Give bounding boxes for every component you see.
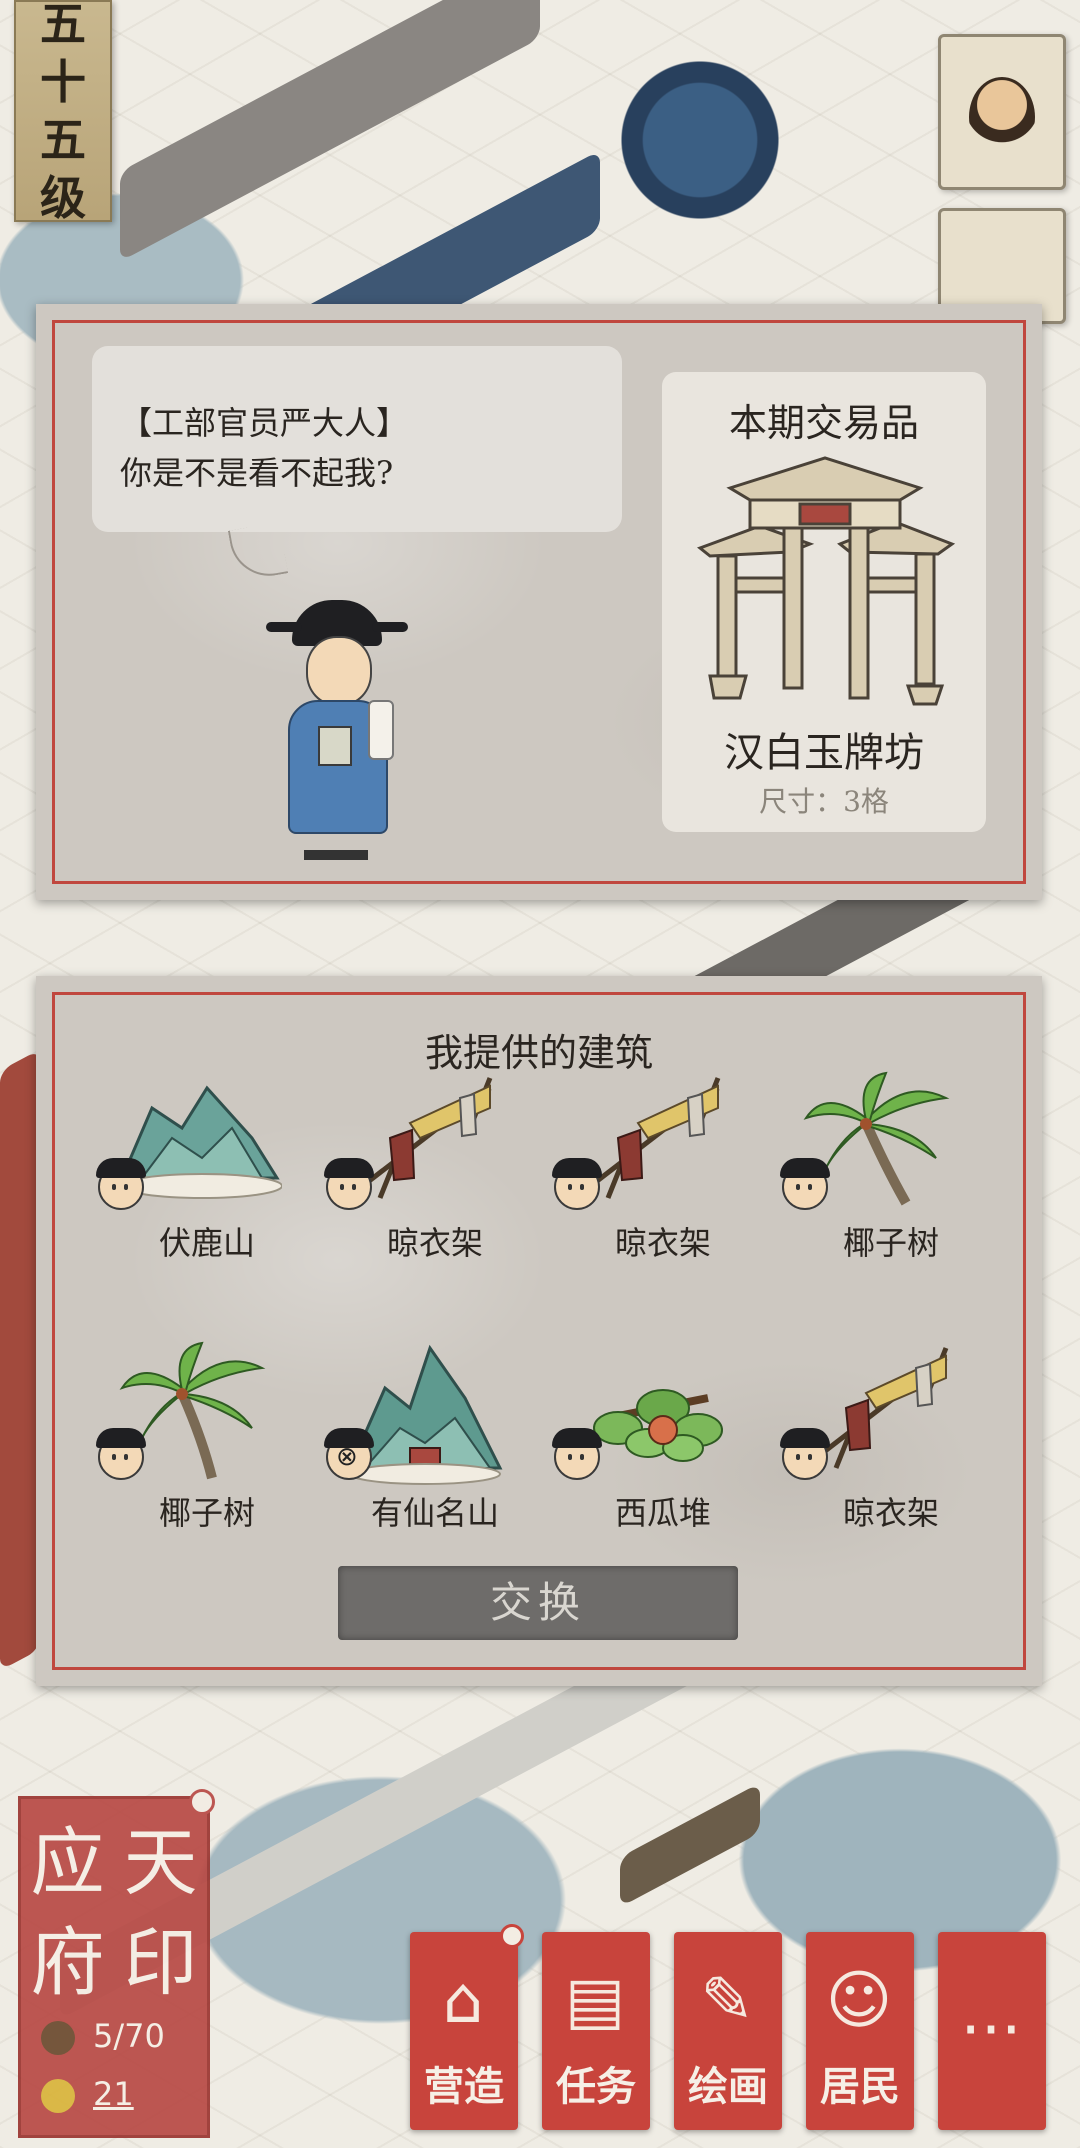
offer-item-label: 晾衣架 xyxy=(386,1224,483,1262)
offer-slot[interactable]: 西瓜堆 xyxy=(548,1338,748,1548)
merchant-portrait-icon xyxy=(969,77,1035,157)
nav-label: 绘画 xyxy=(688,2063,768,2110)
seal-char: 应 xyxy=(30,1820,105,1906)
exchange-button[interactable]: 交换 xyxy=(338,1566,738,1640)
seal-char: 印 xyxy=(123,1920,198,2006)
trade-item-name: 汉白玉牌坊 xyxy=(724,730,924,776)
unavailable-icon: ⊗ xyxy=(336,1442,358,1472)
offer-slot[interactable]: 晾衣架 xyxy=(320,1068,520,1278)
offer-item-label: 有仙名山 xyxy=(370,1494,499,1532)
painting-scroll-icon: ✎ xyxy=(700,1964,754,2038)
offer-slot[interactable]: 晾衣架 xyxy=(548,1068,748,1278)
offer-panel: 我提供的建筑 伏鹿山 晾衣架 晾衣架 椰子树 椰子树 ⊗ 有仙名山 西瓜堆 晾衣… xyxy=(36,976,1042,1686)
resident-avatar-icon xyxy=(324,1158,374,1210)
resident-avatar-icon xyxy=(552,1428,602,1480)
nav-label: 居民 xyxy=(820,2063,900,2110)
speech-bubble: 【工部官员严大人】 你是不是看不起我? xyxy=(92,346,622,583)
resident-avatar-icon xyxy=(96,1158,146,1210)
construction-icon: ⌂ xyxy=(442,1964,484,2038)
more-icon: ··· xyxy=(960,1994,1022,2068)
offer-slot[interactable]: 晾衣架 xyxy=(776,1338,976,1548)
notification-dot xyxy=(500,1924,524,1948)
offer-slot[interactable]: 伏鹿山 xyxy=(92,1068,292,1278)
nav-more-button[interactable]: ··· xyxy=(938,1932,1046,2130)
trade-item-heading: 本期交易品 xyxy=(728,401,919,445)
level-char: 级 xyxy=(40,171,86,225)
offer-item-label: 伏鹿山 xyxy=(158,1224,255,1262)
official-character-icon xyxy=(266,600,408,860)
resident-avatar-icon xyxy=(552,1158,602,1210)
nav-residents-button[interactable]: ☺ 居民 xyxy=(806,1932,914,2130)
task-book-icon: ▤ xyxy=(564,1964,626,2038)
nav-construction-button[interactable]: ⌂ 营造 xyxy=(410,1924,524,2130)
offer-item-label: 晾衣架 xyxy=(842,1494,939,1532)
resident-avatar-icon: ⊗ xyxy=(324,1428,374,1480)
nav-painting-button[interactable]: ✎ 绘画 xyxy=(674,1932,782,2130)
nav-label: 营造 xyxy=(424,2063,504,2110)
level-badge[interactable]: 五 十 五 级 xyxy=(14,0,112,225)
offer-slot[interactable]: ⊗ 有仙名山 xyxy=(320,1338,520,1548)
resident-icon: ☺ xyxy=(825,1964,893,2038)
city-seal[interactable]: 应 天 府 印 5/70 21 xyxy=(18,1789,215,2138)
level-char: 五 xyxy=(40,0,86,51)
population-icon xyxy=(41,2021,75,2055)
coin-icon xyxy=(41,2079,75,2113)
resident-avatar-icon xyxy=(96,1428,146,1480)
level-char: 五 xyxy=(40,113,86,167)
speech-text: 你是不是看不起我? xyxy=(120,454,394,492)
nav-tasks-button[interactable]: ▤ 任务 xyxy=(542,1932,650,2130)
population-counter: 5/70 xyxy=(41,2017,165,2055)
offer-item-label: 晾衣架 xyxy=(614,1224,711,1262)
resident-avatar-icon xyxy=(780,1158,830,1210)
seal-char: 天 xyxy=(123,1820,198,1906)
notification-dot xyxy=(189,1789,215,1815)
offer-slot[interactable]: 椰子树 xyxy=(92,1338,292,1548)
archway-icon xyxy=(696,456,956,706)
side-merchant-card[interactable] xyxy=(938,34,1066,190)
level-char: 十 xyxy=(40,55,86,109)
offer-item-label: 西瓜堆 xyxy=(614,1494,711,1532)
resident-avatar-icon xyxy=(780,1428,830,1480)
coin-counter: 21 xyxy=(41,2075,134,2113)
coin-value: 21 xyxy=(93,2075,134,2113)
offer-slot[interactable]: 椰子树 xyxy=(776,1068,976,1278)
speaker-name: 【工部官员严大人】 xyxy=(120,404,409,442)
offer-item-label: 椰子树 xyxy=(842,1224,939,1262)
trade-item-card[interactable]: 本期交易品 汉白玉牌坊 尺寸：3格 xyxy=(662,372,986,832)
population-value: 5/70 xyxy=(93,2017,165,2055)
trade-item-size: 尺寸：3格 xyxy=(759,785,889,818)
seal-characters: 应 天 府 印 xyxy=(21,1813,207,2013)
seal-char: 府 xyxy=(30,1920,105,2006)
nav-label: 任务 xyxy=(556,2063,636,2110)
merchant-panel: 【工部官员严大人】 你是不是看不起我? 本期交易品 汉白玉牌坊 尺寸：3格 xyxy=(36,304,1042,900)
offer-item-label: 椰子树 xyxy=(158,1494,255,1532)
